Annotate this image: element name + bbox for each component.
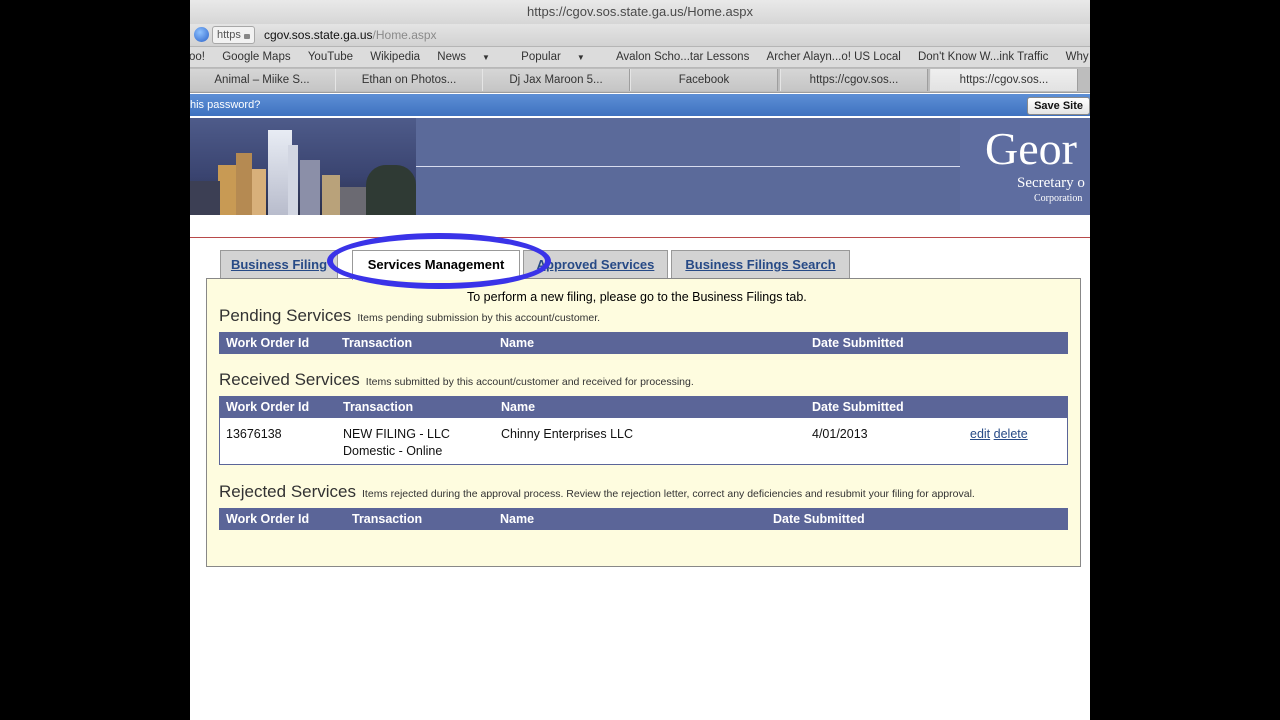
col-name: Name	[500, 336, 535, 350]
section-title: Received Services	[219, 370, 360, 389]
site-title: Geor	[985, 123, 1077, 174]
header-rule	[190, 237, 1090, 238]
address-bar[interactable]: https cgov.sos.state.ga.us/Home.aspx	[190, 24, 1090, 47]
date-submitted: 4/01/2013	[812, 427, 868, 441]
bookmark-label: News	[437, 51, 467, 63]
browser-tab[interactable]: Dj Jax Maroon 5...	[482, 69, 630, 91]
bookmark-item[interactable]: YouTube	[308, 47, 353, 67]
col-work-order: Work Order Id	[226, 512, 310, 526]
transaction-type: NEW FILING - LLC	[343, 427, 450, 441]
delete-link[interactable]: delete	[994, 427, 1028, 441]
tab-business-filings-search[interactable]: Business Filings Search	[671, 250, 850, 279]
bookmark-item[interactable]: oo!	[190, 47, 205, 67]
url-host: cgov.sos.state.ga.us	[264, 28, 373, 42]
browser-tab-bar: Animal – Miike S... Ethan on Photos... D…	[190, 68, 1090, 93]
url-text[interactable]: cgov.sos.state.ga.us/Home.aspx	[264, 26, 437, 44]
col-name: Name	[500, 512, 535, 526]
received-table-header: Work Order Id Transaction Name Date Subm…	[219, 396, 1068, 418]
browser-tab[interactable]: https://cgov.sos...	[780, 69, 928, 91]
pending-table-header: Work Order Id Transaction Name Date Subm…	[219, 332, 1068, 354]
pending-section-header: Pending Services Items pending submission…	[219, 306, 600, 326]
col-work-order: Work Order Id	[226, 336, 310, 350]
transaction-cell: NEW FILING - LLC Domestic - Online	[343, 426, 450, 460]
globe-icon	[194, 27, 209, 42]
bookmark-item[interactable]: Don't Know W...ink Traffic	[918, 47, 1048, 67]
url-path: /Home.aspx	[372, 28, 437, 42]
https-label: https	[217, 29, 241, 41]
col-transaction: Transaction	[342, 336, 413, 350]
bookmark-item[interactable]: Google Maps	[222, 47, 290, 67]
chevron-down-icon: ▼	[576, 53, 585, 62]
section-subtitle: Items pending submission by this account…	[357, 312, 601, 324]
browser-tab[interactable]: Ethan on Photos...	[335, 69, 483, 91]
browser-tab-active[interactable]: https://cgov.sos...	[930, 69, 1078, 91]
division-label: Corporation	[1034, 193, 1083, 204]
annotation-circle	[327, 233, 551, 289]
edit-link[interactable]: edit	[970, 427, 990, 441]
bookmark-label: Popular	[521, 51, 561, 63]
transaction-detail: Domestic - Online	[343, 444, 443, 458]
bookmark-folder-popular[interactable]: Popular ▼	[521, 47, 599, 68]
bookmark-item[interactable]: Why Baske	[1066, 47, 1090, 67]
col-name: Name	[501, 400, 536, 414]
col-transaction: Transaction	[352, 512, 423, 526]
browser-window: https://cgov.sos.state.ga.us/Home.aspx h…	[190, 0, 1090, 720]
browser-tab[interactable]: Facebook	[630, 69, 778, 91]
work-order-id: 13676138	[226, 427, 282, 441]
tab-business-filing[interactable]: Business Filing	[220, 250, 338, 279]
chevron-down-icon: ▼	[482, 53, 490, 62]
services-panel: To perform a new filing, please go to th…	[206, 278, 1081, 567]
header-divider	[416, 166, 976, 167]
site-header: Geor Secretary o Corporation	[190, 118, 1090, 215]
bookmark-item[interactable]: Wikipedia	[370, 47, 420, 67]
bookmark-item[interactable]: Archer Alayn...o! US Local	[767, 47, 901, 67]
col-date: Date Submitted	[812, 336, 904, 350]
section-subtitle: Items rejected during the approval proce…	[362, 488, 975, 500]
col-work-order: Work Order Id	[226, 400, 310, 414]
table-row: 13676138 NEW FILING - LLC Domestic - Onl…	[219, 418, 1068, 465]
site-subtitle: Secretary o	[1017, 175, 1085, 191]
bookmark-item[interactable]: Avalon Scho...tar Lessons	[616, 47, 749, 67]
section-subtitle: Items submitted by this account/customer…	[365, 376, 694, 388]
bookmarks-bar: oo! Google Maps YouTube Wikipedia News ▼ …	[190, 47, 1090, 68]
browser-tab[interactable]: Animal – Miike S...	[190, 69, 336, 91]
skyline-image	[190, 118, 416, 215]
window-title: https://cgov.sos.state.ga.us/Home.aspx	[190, 0, 1090, 24]
rejected-section-header: Rejected Services Items rejected during t…	[219, 482, 975, 502]
section-title: Pending Services	[219, 306, 352, 325]
save-site-button[interactable]: Save Site	[1027, 97, 1090, 115]
lock-icon	[243, 34, 250, 39]
password-prompt-bar: his password? Save Site	[190, 94, 1090, 116]
https-badge: https	[212, 26, 255, 44]
section-title: Rejected Services	[219, 482, 357, 501]
filing-notice: To perform a new filing, please go to th…	[467, 290, 807, 304]
col-transaction: Transaction	[343, 400, 414, 414]
row-actions: edit delete	[970, 426, 1028, 443]
bookmark-folder-news[interactable]: News ▼	[437, 47, 504, 68]
col-date: Date Submitted	[773, 512, 865, 526]
password-prompt-text: his password?	[190, 99, 261, 111]
rejected-table-header: Work Order Id Transaction Name Date Subm…	[219, 508, 1068, 530]
received-section-header: Received Services Items submitted by this…	[219, 370, 694, 390]
entity-name: Chinny Enterprises LLC	[501, 427, 634, 441]
col-date: Date Submitted	[812, 400, 904, 414]
